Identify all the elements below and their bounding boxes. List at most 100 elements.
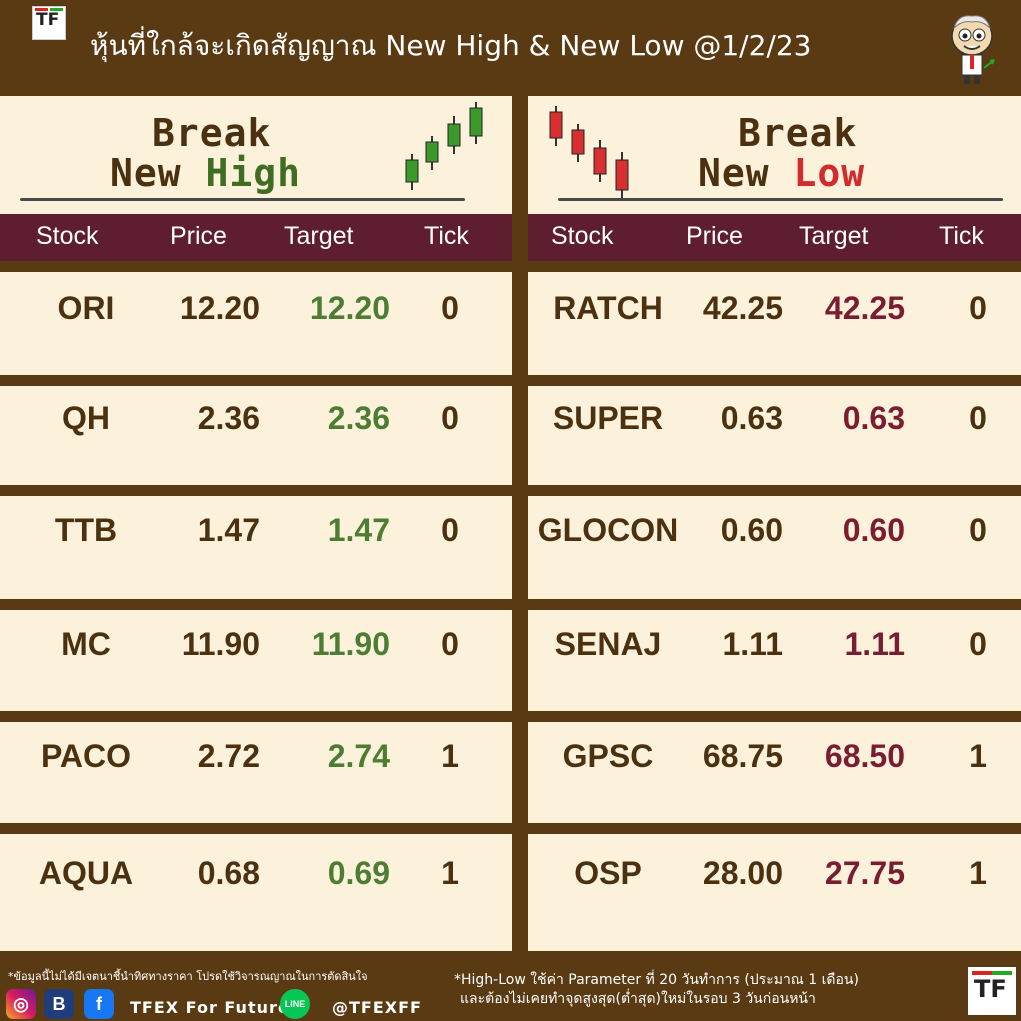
- target-cell: 0.69: [327, 855, 390, 891]
- column-target: Target: [799, 222, 869, 250]
- facebook-icon[interactable]: f: [84, 989, 114, 1019]
- stock-cell: GPSC: [562, 738, 654, 774]
- price-cell: 2.36: [197, 400, 260, 436]
- target-cell: 12.20: [309, 290, 390, 326]
- tick-cell: 0: [441, 626, 459, 662]
- table-row: ORI 12.20 12.20 0: [0, 272, 512, 375]
- new-low-column-header: Stock Price Target Tick: [528, 214, 1021, 261]
- target-cell: 2.74: [327, 738, 390, 774]
- heading-underline: [20, 198, 465, 201]
- target-cell: 42.25: [824, 290, 905, 326]
- column-tick: Tick: [939, 222, 984, 250]
- stock-cell: SUPER: [552, 400, 664, 436]
- table-row: PACO 2.72 2.74 1: [0, 720, 512, 823]
- price-cell: 1.11: [722, 626, 783, 662]
- stock-cell: GLOCON: [537, 512, 679, 548]
- column-price: Price: [686, 222, 743, 250]
- new-low-heading: Break New Low: [528, 96, 1021, 214]
- brand-name: TFEX For Future: [130, 998, 290, 1017]
- high-text: High: [205, 151, 302, 195]
- price-cell: 1.47: [197, 512, 260, 548]
- price-cell: 28.00: [702, 855, 783, 891]
- tfex-logo: TF: [968, 967, 1016, 1015]
- logo-text: TF: [974, 975, 1007, 1003]
- rising-candles-icon: [405, 102, 483, 190]
- page-title: หุ้นที่ใกล้จะเกิดสัญญาณ New High & New L…: [90, 29, 812, 62]
- row-divider: [528, 261, 1021, 272]
- tick-cell: 0: [441, 290, 459, 326]
- stock-cell: RATCH: [553, 290, 663, 326]
- table-row: TTB 1.47 1.47 0: [0, 494, 512, 599]
- target-cell: 27.75: [824, 855, 905, 891]
- new-high-column-header: Stock Price Target Tick: [0, 214, 512, 261]
- instagram-icon[interactable]: ◎: [6, 989, 36, 1019]
- price-cell: 0.60: [720, 512, 783, 548]
- price-cell: 0.63: [720, 400, 783, 436]
- blockdit-icon[interactable]: B: [44, 989, 74, 1019]
- table-row: QH 2.36 2.36 0: [0, 382, 512, 485]
- table-row: GPSC 68.75 68.50 1: [528, 720, 1021, 823]
- stock-cell: ORI: [57, 290, 115, 326]
- price-cell: 0.68: [197, 855, 260, 891]
- target-cell: 2.36: [327, 400, 390, 436]
- stock-cell: QH: [62, 400, 110, 436]
- table-row: GLOCON 0.60 0.60 0: [528, 494, 1021, 599]
- column-price: Price: [170, 222, 227, 250]
- row-divider: [0, 261, 512, 272]
- price-cell: 42.25: [702, 290, 783, 326]
- price-cell: 68.75: [702, 738, 783, 774]
- new-low-panel: Break New Low Stock Price Target Tick RA…: [528, 96, 1021, 951]
- column-target: Target: [284, 222, 354, 250]
- tick-cell: 1: [441, 855, 459, 891]
- parameter-note: *High-Low ใช้ค่า Parameter ที่ 20 วันทำก…: [454, 971, 859, 1009]
- stock-cell: SENAJ: [554, 626, 662, 662]
- stock-cell: OSP: [574, 855, 642, 891]
- target-cell: 68.50: [824, 738, 905, 774]
- target-cell: 1.47: [327, 512, 390, 548]
- target-cell: 1.11: [844, 626, 905, 662]
- tick-cell: 0: [969, 400, 987, 436]
- price-cell: 2.72: [197, 738, 260, 774]
- tick-cell: 0: [441, 400, 459, 436]
- new-text: New: [698, 151, 794, 195]
- column-tick: Tick: [424, 222, 469, 250]
- header: TF หุ้นที่ใกล้จะเกิดสัญญาณ New High & Ne…: [0, 0, 1021, 96]
- new-high-text: New High: [110, 152, 301, 194]
- table-row: OSP 28.00 27.75 1: [528, 832, 1021, 951]
- target-cell: 0.63: [842, 400, 905, 436]
- low-text: Low: [793, 151, 866, 195]
- new-high-panel: Break New High Stock Price Target Tick O…: [0, 96, 512, 951]
- new-text: New: [110, 151, 206, 195]
- tick-cell: 0: [969, 512, 987, 548]
- tick-cell: 1: [441, 738, 459, 774]
- disclaimer-text: *ข้อมูลนี้ไม่ได้มีเจตนาชี้นำทิศทางราคา โ…: [8, 970, 368, 983]
- footer: *ข้อมูลนี้ไม่ได้มีเจตนาชี้นำทิศทางราคา โ…: [0, 951, 1021, 1021]
- heading-underline: [558, 198, 1003, 201]
- tick-cell: 1: [969, 855, 987, 891]
- break-text: Break: [152, 111, 272, 155]
- stock-cell: AQUA: [38, 855, 134, 891]
- logo-text: TF: [36, 10, 60, 30]
- note-line-1: *High-Low ใช้ค่า Parameter ที่ 20 วันทำก…: [454, 972, 859, 988]
- price-cell: 11.90: [181, 626, 260, 662]
- panel-divider: [512, 96, 528, 951]
- table-row: SUPER 0.63 0.63 0: [528, 382, 1021, 485]
- new-high-heading: Break New High: [0, 96, 512, 214]
- price-cell: 12.20: [179, 290, 260, 326]
- tick-cell: 1: [969, 738, 987, 774]
- table-row: SENAJ 1.11 1.11 0: [528, 608, 1021, 711]
- note-line-2: และต้องไม่เคยทำจุดสูงสุด(ต่ำสุด)ใหม่ในรอ…: [460, 991, 816, 1007]
- line-icon[interactable]: LINE: [280, 989, 310, 1019]
- tick-cell: 0: [441, 512, 459, 548]
- break-text: Break: [738, 111, 858, 155]
- tfex-logo: TF: [32, 6, 66, 40]
- table-row: RATCH 42.25 42.25 0: [528, 272, 1021, 375]
- falling-candles-icon: [549, 106, 629, 198]
- target-cell: 0.60: [842, 512, 905, 548]
- column-stock: Stock: [36, 222, 99, 250]
- new-low-text: New Low: [698, 152, 865, 194]
- table-row: MC 11.90 11.90 0: [0, 608, 512, 711]
- stock-cell: MC: [61, 626, 111, 662]
- target-cell: 11.90: [311, 626, 390, 662]
- stock-cell: TTB: [54, 512, 118, 548]
